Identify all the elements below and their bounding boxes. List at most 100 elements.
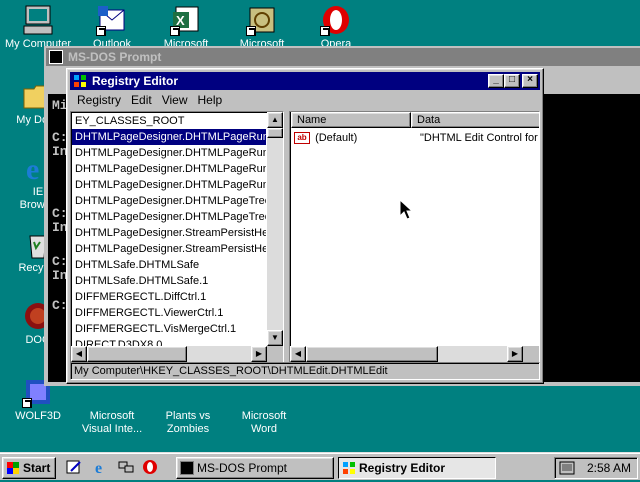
value-name: (Default) xyxy=(315,132,358,144)
arrow-down-icon: ▼ xyxy=(271,333,279,342)
registry-editor-icon xyxy=(342,461,356,475)
tree-horizontal-scrollbar[interactable]: ◀ ▶ xyxy=(71,346,267,362)
minimize-button[interactable]: _ xyxy=(488,74,504,88)
menu-edit[interactable]: Edit xyxy=(126,93,157,107)
value-horizontal-scrollbar[interactable]: ◀ ▶ xyxy=(290,346,523,362)
shortcut-arrow-icon xyxy=(96,26,106,36)
menu-bar: Registry Edit View Help xyxy=(70,90,540,110)
quicklaunch-ie-icon[interactable]: e xyxy=(94,459,110,477)
msdos-icon xyxy=(180,461,194,475)
scroll-right-button[interactable]: ▶ xyxy=(251,346,267,362)
arrow-right-icon: ▶ xyxy=(255,349,263,358)
tree-item[interactable]: DHTMLPageDesigner.StreamPersistHelp xyxy=(72,241,266,257)
tree-item-selected[interactable]: DHTMLPageDesigner.DHTMLPageRunt xyxy=(72,129,266,145)
minimize-icon: _ xyxy=(493,74,499,85)
scroll-thumb[interactable] xyxy=(87,346,187,362)
desktop-icon-visual-interdev[interactable]: Microsoft Visual Inte... xyxy=(74,380,150,436)
value-data: "DHTML Edit Control for I xyxy=(420,132,540,144)
taskbar: Start e MS-DOS Prompt Registry Editor 2:… xyxy=(0,452,640,480)
status-bar: My Computer\HKEY_CLASSES_ROOT\DHTMLEdit.… xyxy=(70,362,540,380)
arrow-right-icon: ▶ xyxy=(511,349,519,358)
msdos-icon xyxy=(49,50,63,64)
close-icon: × xyxy=(527,74,533,85)
arrow-left-icon: ◀ xyxy=(294,349,302,358)
tree-item[interactable]: DHTMLPageDesigner.DHTMLPageRunt xyxy=(72,161,266,177)
my-computer-icon xyxy=(22,4,54,36)
tree-list: EY_CLASSES_ROOT DHTMLPageDesigner.DHTMLP… xyxy=(72,113,266,353)
shortcut-arrow-icon xyxy=(246,26,256,36)
scroll-right-button[interactable]: ▶ xyxy=(507,346,523,362)
maximize-icon: □ xyxy=(508,74,516,85)
menu-registry[interactable]: Registry xyxy=(72,93,126,107)
tree-vertical-scrollbar[interactable]: ▲ ▼ xyxy=(267,112,283,346)
scroll-left-button[interactable]: ◀ xyxy=(71,346,87,362)
clock[interactable]: 2:58 AM xyxy=(587,461,631,475)
desktop-icon-ms2[interactable]: Microsoft xyxy=(224,4,300,51)
registry-title: Registry Editor xyxy=(92,74,179,88)
scroll-corner xyxy=(523,346,539,362)
tree-item[interactable]: DHTMLPageDesigner.DHTMLPageTree xyxy=(72,193,266,209)
menu-help[interactable]: Help xyxy=(193,93,228,107)
desktop-icon-opera[interactable]: Opera xyxy=(298,4,374,51)
scroll-corner xyxy=(267,346,283,362)
svg-text:e: e xyxy=(26,153,39,184)
arrow-up-icon: ▲ xyxy=(271,115,279,124)
excel-icon: X xyxy=(170,4,202,36)
column-header-data[interactable]: Data xyxy=(411,112,539,128)
app-icon xyxy=(246,4,278,36)
maximize-button[interactable]: □ xyxy=(504,74,520,88)
registry-titlebar[interactable]: Registry Editor _ □ × xyxy=(70,72,540,90)
msdos-titlebar[interactable]: MS-DOS Prompt xyxy=(46,48,640,66)
registry-editor-window[interactable]: Registry Editor _ □ × Registry Edit View… xyxy=(66,68,544,384)
value-list-pane[interactable]: Name Data ab (Default) "DHTML Edit Contr… xyxy=(289,111,540,363)
tree-item[interactable]: DIFFMERGECTL.DiffCtrl.1 xyxy=(72,289,266,305)
mouse-pointer-icon xyxy=(399,198,414,224)
shortcut-arrow-icon xyxy=(320,26,330,36)
quicklaunch-edit-icon[interactable] xyxy=(66,459,82,475)
desktop-icon-outlook[interactable]: Outlook xyxy=(74,4,150,51)
desktop-icon-label: WOLF3D xyxy=(15,410,61,422)
tree-item[interactable]: DIFFMERGECTL.ViewerCtrl.1 xyxy=(72,305,266,321)
quicklaunch-network-icon[interactable] xyxy=(118,459,134,475)
value-row[interactable]: ab (Default) "DHTML Edit Control for I xyxy=(294,130,539,146)
windows-logo-icon xyxy=(6,461,20,481)
scroll-up-button[interactable]: ▲ xyxy=(267,112,283,128)
shortcut-arrow-icon xyxy=(22,398,32,408)
column-header-name[interactable]: Name xyxy=(291,112,411,128)
tree-item[interactable]: DIFFMERGECTL.VisMergeCtrl.1 xyxy=(72,321,266,337)
tree-item[interactable]: DHTMLPageDesigner.DHTMLPageRunt xyxy=(72,177,266,193)
desktop-icon-excel[interactable]: X Microsoft xyxy=(148,4,224,51)
desktop-icon-my-computer[interactable]: My Computer xyxy=(0,4,76,51)
tree-item[interactable]: DHTMLPageDesigner.DHTMLPageRunt xyxy=(72,145,266,161)
scroll-left-button[interactable]: ◀ xyxy=(290,346,306,362)
svg-text:e: e xyxy=(95,460,102,475)
taskbar-button-msdos[interactable]: MS-DOS Prompt xyxy=(176,457,334,479)
quicklaunch-opera-icon[interactable] xyxy=(142,459,158,475)
menu-view[interactable]: View xyxy=(157,93,193,107)
string-value-icon: ab xyxy=(294,132,310,145)
tree-item[interactable]: DHTMLPageDesigner.DHTMLPageTree xyxy=(72,209,266,225)
tree-item[interactable]: DHTMLPageDesigner.StreamPersistHelp xyxy=(72,225,266,241)
scroll-thumb[interactable] xyxy=(267,128,283,138)
tree-item[interactable]: DHTMLSafe.DHTMLSafe xyxy=(72,257,266,273)
opera-icon xyxy=(320,4,352,36)
close-button[interactable]: × xyxy=(522,74,538,88)
desktop-icon-label: Microsoft Word xyxy=(241,410,287,435)
scroll-down-button[interactable]: ▼ xyxy=(267,330,283,346)
tree-item[interactable]: DHTMLSafe.DHTMLSafe.1 xyxy=(72,273,266,289)
desktop-icon-word[interactable]: Microsoft Word xyxy=(226,380,302,436)
registry-editor-icon xyxy=(73,74,87,88)
start-label: Start xyxy=(23,461,51,475)
key-tree-pane[interactable]: EY_CLASSES_ROOT DHTMLPageDesigner.DHTMLP… xyxy=(70,111,284,363)
tree-item[interactable]: EY_CLASSES_ROOT xyxy=(72,113,266,129)
system-tray: 2:58 AM xyxy=(554,457,638,479)
tray-app-icon[interactable] xyxy=(559,460,575,482)
desktop-icon-label: Microsoft Visual Inte... xyxy=(81,410,143,435)
scroll-thumb[interactable] xyxy=(306,346,438,362)
arrow-left-icon: ◀ xyxy=(75,349,83,358)
shortcut-arrow-icon xyxy=(170,26,180,36)
desktop-icon-label: Plants vs Zombies xyxy=(165,410,211,435)
start-button[interactable]: Start xyxy=(2,457,56,479)
taskbar-button-registry[interactable]: Registry Editor xyxy=(338,457,496,479)
desktop-icon-plants-vs-zombies[interactable]: Plants vs Zombies xyxy=(150,380,226,436)
